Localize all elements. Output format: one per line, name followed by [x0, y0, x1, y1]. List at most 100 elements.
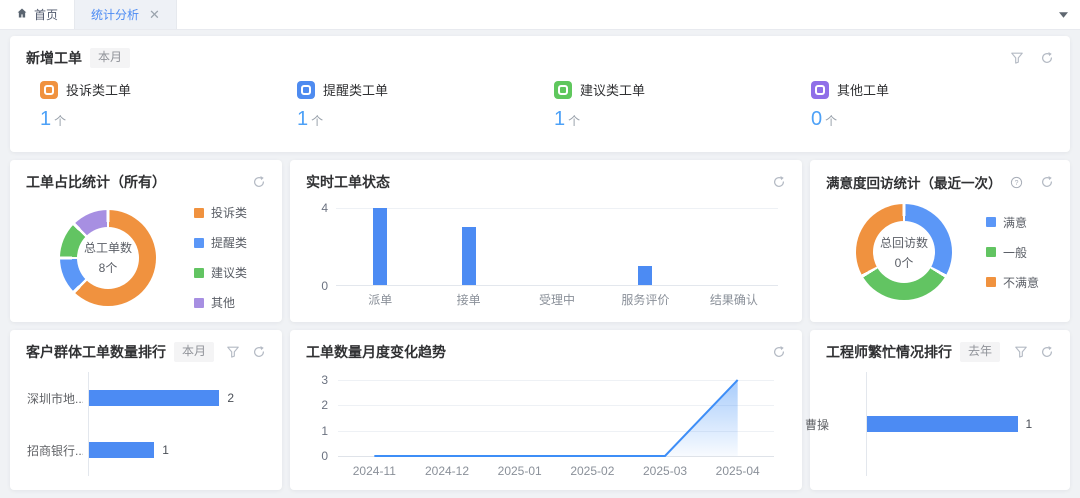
bar[interactable] [638, 266, 652, 285]
rank-value: 1 [162, 443, 169, 457]
legend-item[interactable]: 不满意 [986, 274, 1039, 291]
card-title: 工单占比统计（所有） [26, 172, 166, 192]
refresh-icon[interactable] [772, 175, 786, 189]
y-axis-label: 4 [306, 201, 328, 215]
y-axis-label: 3 [306, 373, 328, 387]
y-axis-label: 2 [306, 398, 328, 412]
tab-options-caret-icon[interactable] [1059, 0, 1068, 29]
bar[interactable] [462, 227, 476, 285]
donut-center-label: 总回访数 [880, 234, 928, 251]
card-title: 新增工单 [26, 48, 82, 68]
card-engineer-rank: 工程师繁忙情况排行 去年 曹操1 [810, 330, 1070, 490]
order-ratio-donut[interactable]: 总工单数 8个 [60, 210, 156, 306]
x-axis-label: 派单 [336, 291, 424, 308]
bar-column [336, 208, 424, 285]
x-axis-label: 2025-01 [483, 464, 556, 478]
svg-text:?: ? [1014, 179, 1018, 186]
legend-label: 其他 [211, 294, 235, 311]
home-icon [16, 7, 28, 22]
card-title: 工程师繁忙情况排行 [826, 342, 952, 362]
rank-bar[interactable] [867, 416, 1018, 432]
legend-item[interactable]: 建议类 [194, 264, 247, 281]
refresh-icon[interactable] [252, 175, 266, 189]
card-title: 实时工单状态 [306, 172, 390, 192]
bar-column [601, 208, 689, 285]
customer-rank-rows: 深圳市地...2 招商银行...1 [88, 372, 252, 476]
status-bar-chart[interactable]: 派单接单受理中服务评价结果确认 04 [306, 196, 786, 308]
rank-row: 曹操1 [867, 415, 1040, 433]
new-order-stat: 投诉类工单1个 [26, 80, 283, 131]
legend-item[interactable]: 满意 [986, 214, 1039, 231]
filter-icon[interactable] [1010, 51, 1024, 65]
x-axis-label: 2024-12 [411, 464, 484, 478]
refresh-icon[interactable] [772, 345, 786, 359]
tab-home-label: 首页 [34, 6, 58, 23]
legend-label: 投诉类 [211, 204, 247, 221]
legend-label: 满意 [1003, 214, 1027, 231]
stat-unit: 个 [568, 114, 580, 128]
legend-label: 不满意 [1003, 274, 1039, 291]
engineer-rank-chart[interactable]: 曹操1 [826, 372, 1054, 476]
satisfaction-donut[interactable]: 总回访数 0个 [856, 204, 952, 300]
legend-label: 建议类 [211, 264, 247, 281]
stat-label: 其他工单 [837, 80, 889, 99]
rank-label: 招商银行... [27, 442, 83, 459]
help-icon[interactable]: ? [1010, 176, 1023, 189]
rank-value: 1 [1026, 417, 1033, 431]
period-badge: 本月 [174, 342, 214, 362]
order-ratio-chart: 总工单数 8个 投诉类提醒类建议类其他 [26, 204, 266, 311]
card-title: 满意度回访统计（最近一次） [826, 172, 1002, 192]
rank-row: 招商银行...1 [89, 441, 252, 459]
x-axis-label: 结果确认 [690, 291, 778, 308]
work-order-type-icon [40, 81, 58, 99]
refresh-icon[interactable] [1040, 175, 1054, 189]
trend-plot [338, 380, 774, 456]
tab-stats[interactable]: 统计分析 ✕ [74, 0, 177, 29]
trend-x-labels: 2024-112024-122025-012025-022025-032025-… [338, 464, 774, 478]
card-customer-rank: 客户群体工单数量排行 本月 深圳市地...2招商银行...1 [10, 330, 282, 490]
tab-home[interactable]: 首页 [0, 0, 74, 29]
filter-icon[interactable] [1014, 345, 1028, 359]
rank-bar[interactable] [89, 442, 154, 458]
tab-stats-label: 统计分析 [91, 6, 139, 23]
refresh-icon[interactable] [1040, 51, 1054, 65]
trend-line-svg [338, 380, 774, 456]
legend-marker [194, 298, 204, 308]
y-axis-label: 0 [306, 449, 328, 463]
legend-item[interactable]: 其他 [194, 294, 247, 311]
rank-row: 深圳市地...2 [89, 389, 252, 407]
refresh-icon[interactable] [252, 345, 266, 359]
customer-rank-chart[interactable]: 深圳市地...2招商银行...1 [26, 372, 266, 476]
new-order-stat: 提醒类工单1个 [283, 80, 540, 131]
stat-value: 0个 [811, 108, 1054, 131]
legend-marker [986, 247, 996, 257]
refresh-icon[interactable] [1040, 345, 1054, 359]
status-x-labels: 派单接单受理中服务评价结果确认 [336, 291, 778, 308]
stat-unit: 个 [311, 114, 323, 128]
donut-center: 总回访数 0个 [873, 221, 935, 283]
dashboard-content: 新增工单 本月 投诉类工单1个提醒类工单1个建议类工单1个其他工单0个 工单占比… [0, 30, 1080, 490]
x-axis-label: 2025-02 [556, 464, 629, 478]
legend-item[interactable]: 提醒类 [194, 234, 247, 251]
rank-value: 2 [227, 391, 234, 405]
card-status: 实时工单状态 派单接单受理中服务评价结果确认 04 [290, 160, 802, 322]
new-orders-stats: 投诉类工单1个提醒类工单1个建议类工单1个 其他工单 0个 [26, 80, 1054, 131]
card-new-orders: 新增工单 本月 投诉类工单1个提醒类工单1个建议类工单1个其他工单0个 [10, 36, 1070, 152]
rank-label: 深圳市地... [27, 390, 83, 407]
trend-line-chart[interactable]: 2024-112024-122025-012025-022025-032025-… [306, 366, 786, 478]
legend-item[interactable]: 一般 [986, 244, 1039, 261]
bar-column [513, 208, 601, 285]
card-title: 工单数量月度变化趋势 [306, 342, 446, 362]
card-satisfaction: 满意度回访统计（最近一次） ? 总回访数 0个 满意一般不满意 [810, 160, 1070, 322]
new-order-stat: 建议类工单1个 [540, 80, 797, 131]
stat-label: 提醒类工单 [323, 80, 388, 99]
legend-item[interactable]: 投诉类 [194, 204, 247, 221]
bar[interactable] [373, 208, 387, 285]
trend-area-fill [374, 380, 737, 456]
order-ratio-legend: 投诉类提醒类建议类其他 [194, 204, 247, 311]
tab-close-icon[interactable]: ✕ [149, 8, 160, 21]
rank-bar[interactable] [89, 390, 219, 406]
filter-icon[interactable] [226, 345, 240, 359]
new-order-stat: 其他工单 0个 [797, 80, 1054, 131]
work-order-type-icon [554, 81, 572, 99]
